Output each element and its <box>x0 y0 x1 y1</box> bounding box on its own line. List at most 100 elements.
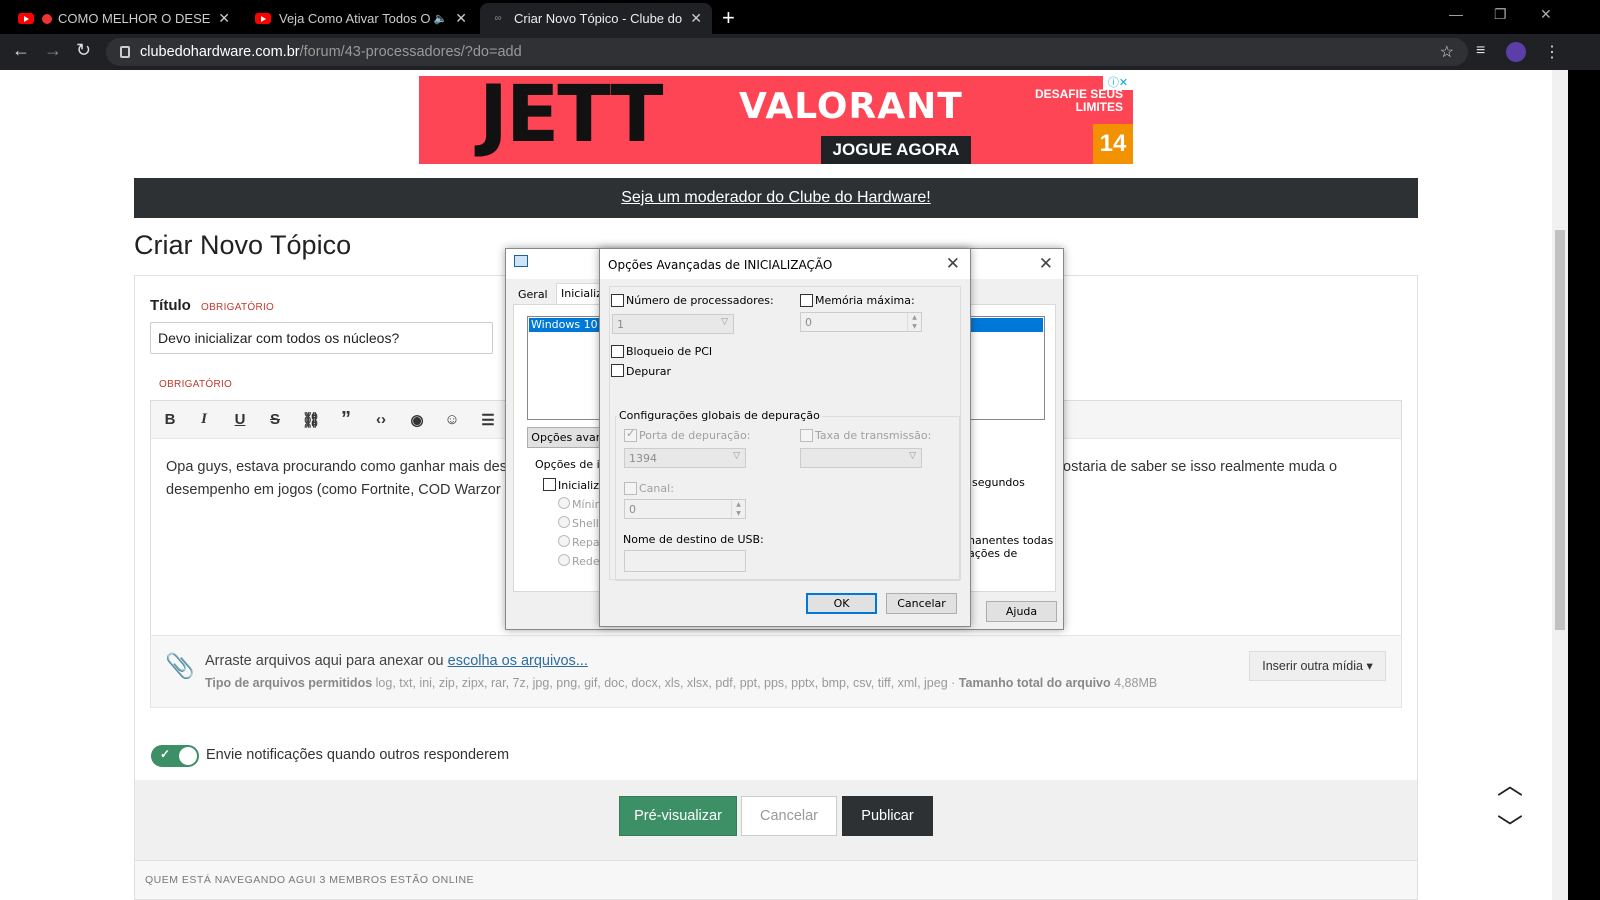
preview-button[interactable]: Pré-visualizar <box>619 796 737 836</box>
italic-icon[interactable]: I <box>194 411 214 428</box>
ad-slogan: DESAFIE SEUS LIMITES <box>1035 88 1123 114</box>
browser-tab[interactable]: COMO MELHOR O DESEMPENHO ✕ <box>8 3 240 34</box>
bookmark-star-icon[interactable]: ☆ <box>1440 42 1454 62</box>
publish-button[interactable]: Publicar <box>842 796 933 836</box>
editor-line-2: desempenho em jogos (como Fortnite, COD … <box>166 482 501 498</box>
channel-value: 0 <box>629 503 636 516</box>
debug-label: Depurar <box>626 365 671 378</box>
ad-cta-button[interactable]: JOGUE AGORA <box>821 136 971 164</box>
youtube-icon <box>255 11 271 27</box>
radio-minimal[interactable] <box>558 497 570 509</box>
usb-target-input[interactable] <box>624 550 746 572</box>
browser-toolbar: ← → ↻ clubedohardware.com.br/forum/43-pr… <box>0 34 1600 70</box>
msconfig-app-icon <box>514 255 528 267</box>
restore-icon[interactable]: ❐ <box>1494 6 1507 23</box>
radio-shell[interactable] <box>558 516 570 528</box>
audio-icon[interactable]: 🔈 <box>434 12 448 25</box>
ad-brand: VALORANT <box>739 86 963 127</box>
advanced-close-icon[interactable]: ✕ <box>946 254 960 274</box>
title-input[interactable]: Devo inicializar com todos os núcleos? <box>150 322 493 354</box>
baud-rate-label: Taxa de transmissão: <box>815 429 932 442</box>
debug-port-label: Porta de depuração: <box>639 429 751 442</box>
close-tab-icon[interactable]: ✕ <box>690 10 702 27</box>
debug-port-checkbox[interactable] <box>624 427 637 442</box>
adchoices-icon[interactable]: ⓘ✕ <box>1103 76 1133 90</box>
baud-rate-select[interactable]: ▽ <box>800 448 922 468</box>
underline-icon[interactable]: U <box>230 411 250 428</box>
tab-general[interactable]: Geral <box>514 285 552 305</box>
close-tab-icon[interactable]: ✕ <box>455 10 467 27</box>
profile-avatar[interactable] <box>1506 42 1526 62</box>
quote-icon[interactable]: ” <box>336 408 356 431</box>
max-memory-checkbox[interactable] <box>800 294 813 307</box>
num-processors-select[interactable]: 1 ▽ <box>612 314 734 334</box>
notify-toggle[interactable]: ✓ <box>151 745 199 767</box>
youtube-icon <box>18 11 34 27</box>
emoji-icon[interactable]: ☺ <box>442 411 462 428</box>
link-icon[interactable]: ⛓ <box>301 411 321 429</box>
spinner-arrows-icon[interactable]: ▲ ▼ <box>907 313 921 331</box>
max-memory-value: 0 <box>805 316 812 329</box>
bold-icon[interactable]: B <box>160 411 180 428</box>
scroll-down-icon[interactable]: ﹀ <box>1497 808 1523 845</box>
spoiler-eye-icon[interactable]: ◉ <box>407 411 427 429</box>
help-button[interactable]: Ajuda <box>986 601 1057 622</box>
attachment-area[interactable]: 📎 Arraste arquivos aqui para anexar ou e… <box>150 635 1402 708</box>
reload-icon[interactable]: ↻ <box>76 40 91 61</box>
debug-port-select[interactable]: 1394 ▽ <box>624 448 746 468</box>
address-bar[interactable]: clubedohardware.com.br/forum/43-processa… <box>106 38 1468 66</box>
list-icon[interactable]: ☰ <box>478 411 498 429</box>
insert-media-button[interactable]: Inserir outra mídia ▾ <box>1249 651 1386 681</box>
debug-port-value: 1394 <box>629 452 657 465</box>
channel-label: Canal: <box>639 482 674 495</box>
editor-text[interactable]: Opa guys, estava procurando como ganhar … <box>166 456 507 502</box>
back-icon[interactable]: ← <box>12 40 30 61</box>
clube-favicon-icon: ∞ <box>494 13 502 24</box>
max-memory-spinner[interactable]: 0 ▲ ▼ <box>800 312 922 332</box>
menu-icon[interactable]: ⋮ <box>1544 42 1560 62</box>
debug-checkbox[interactable] <box>611 364 624 377</box>
advanced-options-button[interactable]: Opções avan <box>527 427 607 448</box>
channel-checkbox[interactable] <box>624 482 637 495</box>
advanced-cancel-button[interactable]: Cancelar <box>886 593 957 614</box>
usb-target-label: Nome de destino de USB: <box>623 533 764 546</box>
ok-button[interactable]: OK <box>806 593 877 614</box>
forward-icon[interactable]: → <box>44 40 62 61</box>
notify-label: Envie notificações quando outros respond… <box>206 747 510 763</box>
lock-icon <box>120 46 130 58</box>
num-processors-value: 1 <box>617 318 624 331</box>
scrollbar-thumb[interactable] <box>1555 230 1565 630</box>
media-control-icon[interactable]: ≡ <box>1476 42 1485 60</box>
strikethrough-icon[interactable]: S <box>265 411 285 428</box>
moderator-banner[interactable]: Seja um moderador do Clube do Hardware! <box>134 178 1418 218</box>
choose-files-link[interactable]: escolha os arquivos... <box>448 653 588 669</box>
advanced-boot-options-dialog: Opções Avançadas de INICIALIZAÇÃO ✕ Núme… <box>599 248 971 627</box>
safe-boot-checkbox[interactable] <box>543 478 556 491</box>
channel-spinner[interactable]: 0 ▲ ▼ <box>624 499 746 519</box>
code-icon[interactable]: ‹› <box>371 411 391 428</box>
pci-lock-checkbox[interactable] <box>611 345 624 358</box>
moderator-banner-link[interactable]: Seja um moderador do Clube do Hardware! <box>621 189 931 206</box>
radio-repair[interactable] <box>558 535 570 547</box>
window-close-icon[interactable]: ✕ <box>1540 6 1552 23</box>
msconfig-close-icon[interactable]: ✕ <box>1039 254 1053 274</box>
num-processors-checkbox[interactable] <box>611 294 624 307</box>
scroll-up-icon[interactable]: ︿ <box>1497 765 1523 802</box>
valorant-ad[interactable]: JETT VALORANT JOGUE AGORA DESAFIE SEUS LI… <box>419 76 1133 164</box>
spinner-arrows-icon[interactable]: ▲ ▼ <box>731 500 745 518</box>
chevron-down-icon: ▽ <box>721 317 728 327</box>
attach-text: Arraste arquivos aqui para anexar ou <box>205 653 444 669</box>
num-processors-label: Número de processadores: <box>626 294 774 307</box>
minimize-icon[interactable]: — <box>1449 6 1463 22</box>
new-tab-icon[interactable]: + <box>722 5 735 31</box>
browser-tab[interactable]: Veja Como Ativar Todos Os N 🔈 ✕ <box>245 3 477 34</box>
browser-tab-active[interactable]: ∞ Criar Novo Tópico - Clube do Hardware … <box>480 3 712 34</box>
close-tab-icon[interactable]: ✕ <box>218 10 230 27</box>
recording-icon <box>42 13 52 24</box>
baud-rate-checkbox[interactable] <box>800 429 813 442</box>
cancel-button[interactable]: Cancelar <box>741 796 837 836</box>
radio-network[interactable] <box>558 554 570 566</box>
advanced-titlebar: Opções Avançadas de INICIALIZAÇÃO ✕ <box>600 249 970 279</box>
page-scrollbar[interactable] <box>1552 70 1568 900</box>
editor-line-1: Opa guys, estava procurando como ganhar … <box>166 459 507 475</box>
